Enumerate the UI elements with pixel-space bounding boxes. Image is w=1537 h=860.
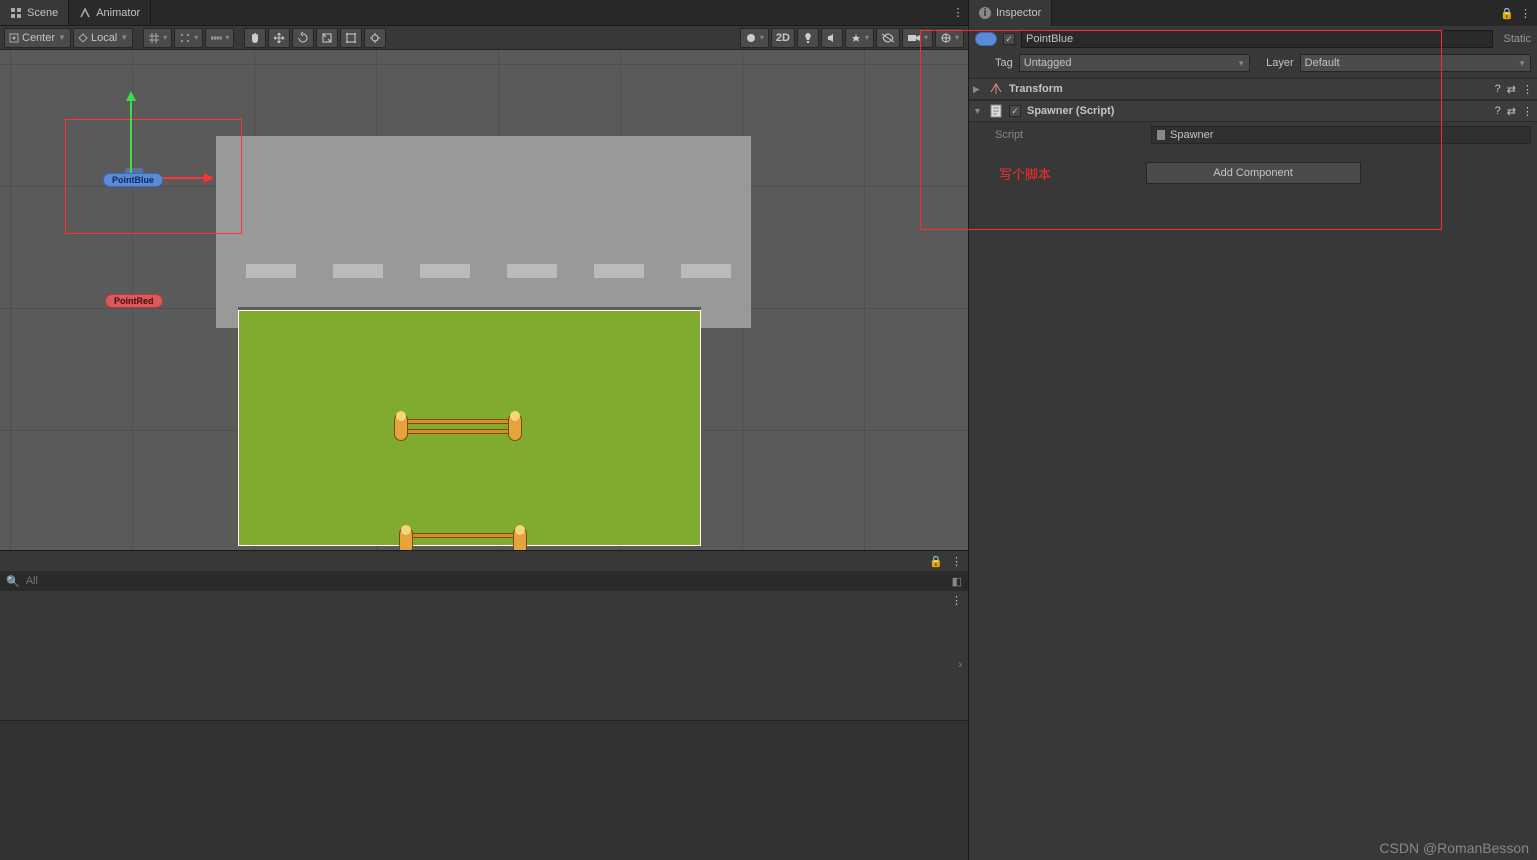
inspector-lock-icon[interactable]: 🔒 — [1500, 7, 1514, 20]
object-name-input[interactable] — [1021, 30, 1493, 48]
tab-animator-label: Animator — [96, 7, 140, 19]
script-field-value[interactable]: Spawner — [1151, 126, 1531, 144]
search-mode-icon[interactable]: ◧ — [952, 575, 962, 588]
visibility-toggle-button[interactable] — [876, 28, 900, 48]
script-field-label: Script — [975, 129, 1145, 141]
audio-toggle-button[interactable] — [821, 28, 843, 48]
script-field-row: Script Spawner — [969, 122, 1537, 148]
fence-1 — [394, 413, 522, 443]
scene-viewport[interactable]: PointBlue PointRed — [0, 50, 968, 550]
snap-settings-button[interactable]: ▾ — [205, 28, 234, 48]
lighting-toggle-button[interactable] — [797, 28, 819, 48]
shading-dropdown[interactable]: ▾ — [740, 28, 769, 48]
layer-label: Layer — [1266, 57, 1294, 69]
transform-tool-button[interactable] — [364, 28, 386, 48]
tab-inspector-label: Inspector — [996, 7, 1041, 19]
transform-component-header[interactable]: ▶ Transform ? ⇄ ⋮ — [969, 78, 1537, 100]
move-tool-button[interactable] — [268, 28, 290, 48]
preset-icon[interactable]: ⇄ — [1507, 105, 1516, 118]
tag-label: Tag — [995, 57, 1013, 69]
bottom-panel-header: 🔒 ⋮ — [0, 551, 968, 571]
panel-menu2-icon[interactable]: ⋮ — [951, 594, 962, 607]
scale-tool-button[interactable] — [316, 28, 338, 48]
component-enabled-checkbox[interactable]: ✓ — [1009, 105, 1021, 117]
snap-increment-button[interactable]: ▾ — [174, 28, 203, 48]
layer-dropdown[interactable]: Default▼ — [1300, 54, 1531, 72]
panel-menu-icon[interactable]: ⋮ — [951, 555, 962, 568]
2d-toggle-button[interactable]: 2D — [771, 28, 795, 48]
bottom-panel-body: › — [0, 609, 968, 720]
bottom-panel: 🔒 ⋮ 🔍 ◧ ⋮ › — [0, 550, 968, 860]
info-icon: i — [979, 7, 991, 19]
help-icon[interactable]: ? — [1495, 83, 1501, 96]
tab-inspector[interactable]: i Inspector — [969, 0, 1052, 26]
object-type-icon[interactable] — [975, 32, 997, 46]
script-icon — [989, 104, 1003, 118]
grid-snap-button[interactable]: ▾ — [143, 28, 172, 48]
annotation-text: 写个脚本 — [999, 164, 1051, 183]
road-sprite — [216, 136, 751, 328]
point-blue-label[interactable]: PointBlue — [103, 173, 163, 187]
animator-icon — [79, 7, 91, 19]
collapse-icon[interactable]: ▼ — [973, 106, 983, 116]
scene-toolbar: Center▼ Local▼ ▾ ▾ ▾ ▾ 2D ▾ ▾ ▾ — [0, 26, 968, 50]
bottom-panel-footer — [0, 720, 968, 860]
preset-icon[interactable]: ⇄ — [1507, 83, 1516, 96]
tab-animator[interactable]: Animator — [69, 0, 151, 25]
add-component-button[interactable]: Add Component — [1146, 162, 1361, 184]
expand-icon[interactable]: ▶ — [973, 84, 983, 95]
tag-layer-row: Tag Untagged▼ Layer Default▼ — [969, 52, 1537, 78]
watermark-text: CSDN @RomanBesson — [1379, 840, 1529, 856]
search-icon: 🔍 — [6, 575, 20, 588]
scene-tabs-bar: Scene Animator ⋮ — [0, 0, 968, 26]
spawner-component-header[interactable]: ▼ ✓ Spawner (Script) ? ⇄ ⋮ — [969, 100, 1537, 122]
gizmos-dropdown[interactable]: ▾ — [935, 28, 964, 48]
grass-area — [238, 310, 701, 546]
object-header: ✓ Static — [969, 26, 1537, 52]
transform-icon — [989, 82, 1003, 96]
active-checkbox[interactable]: ✓ — [1003, 33, 1015, 45]
search-row: 🔍 ◧ — [0, 571, 968, 591]
fence-2 — [399, 527, 527, 550]
inspector-menu-icon[interactable]: ⋮ — [1520, 7, 1531, 20]
chevron-right-icon[interactable]: › — [958, 659, 962, 671]
tab-scene-label: Scene — [27, 7, 58, 19]
scene-icon — [10, 7, 22, 19]
tag-dropdown[interactable]: Untagged▼ — [1019, 54, 1250, 72]
search-input[interactable] — [26, 575, 946, 587]
camera-dropdown[interactable]: ▾ — [902, 28, 933, 48]
hand-tool-button[interactable] — [244, 28, 266, 48]
fx-toggle-button[interactable]: ▾ — [845, 28, 874, 48]
rotate-tool-button[interactable] — [292, 28, 314, 48]
help-icon[interactable]: ? — [1495, 105, 1501, 118]
tab-scene[interactable]: Scene — [0, 0, 69, 25]
tab-menu-icon[interactable]: ⋮ — [948, 0, 968, 25]
pivot-dropdown[interactable]: Center▼ — [4, 28, 71, 48]
point-red-label[interactable]: PointRed — [105, 294, 163, 308]
gizmo-y-axis[interactable] — [130, 94, 132, 178]
lock-icon[interactable]: 🔒 — [929, 555, 943, 568]
static-label[interactable]: Static — [1503, 33, 1531, 45]
rect-tool-button[interactable] — [340, 28, 362, 48]
component-menu-icon[interactable]: ⋮ — [1522, 105, 1533, 118]
component-menu-icon[interactable]: ⋮ — [1522, 83, 1533, 96]
space-dropdown[interactable]: Local▼ — [73, 28, 133, 48]
inspector-panel: i Inspector 🔒 ⋮ ✓ Static Tag Untagged▼ L… — [968, 0, 1537, 860]
